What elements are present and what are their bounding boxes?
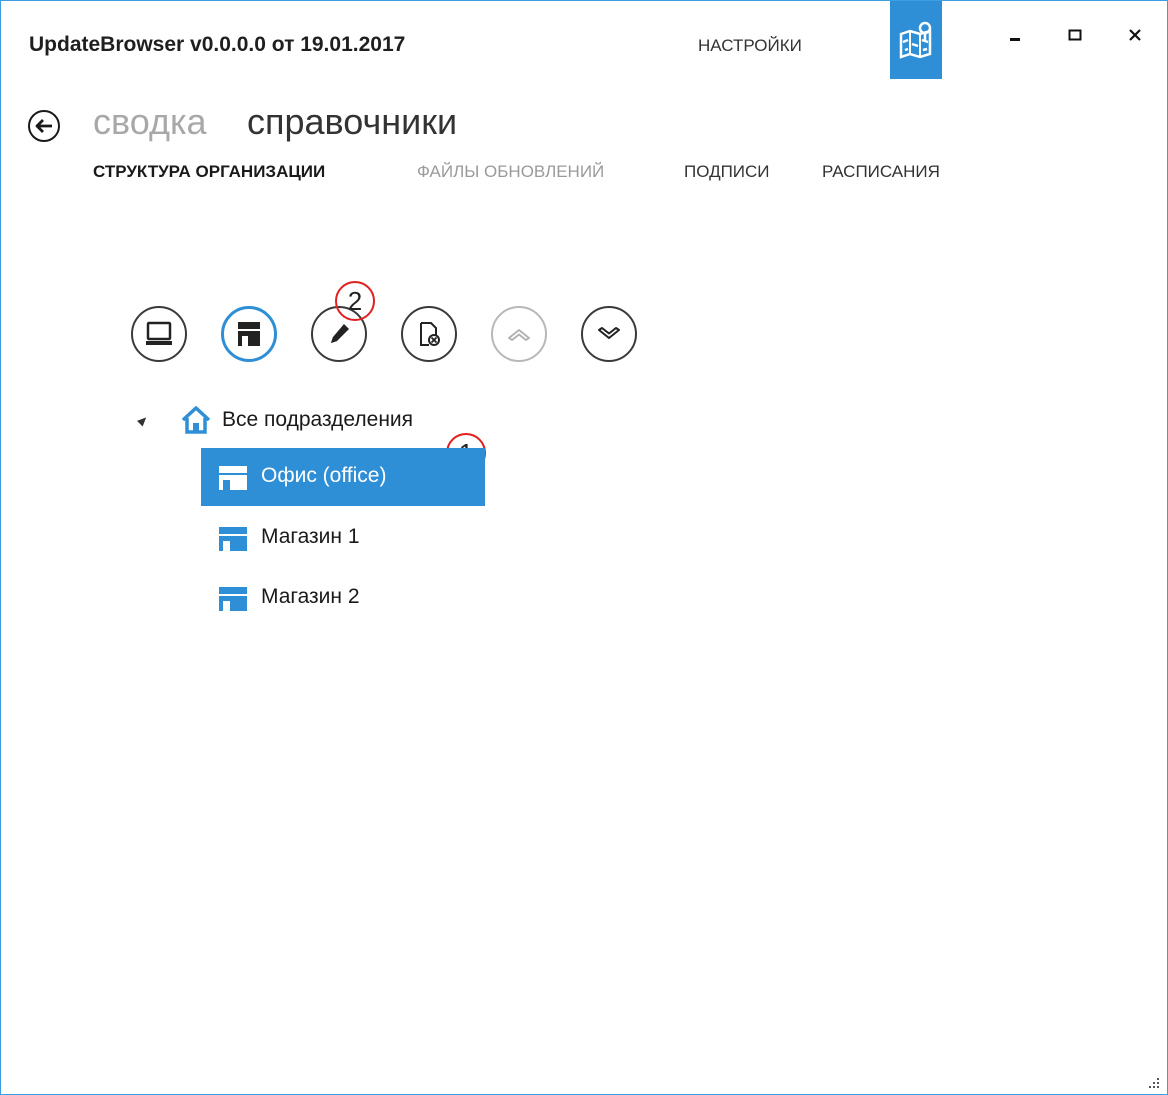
map-button[interactable] xyxy=(890,1,942,79)
back-button[interactable] xyxy=(27,109,61,143)
app-window: UpdateBrowser v0.0.0.0 от 19.01.2017 НАС… xyxy=(0,0,1168,1095)
tab-signatures[interactable]: ПОДПИСИ xyxy=(684,162,770,182)
add-store-button[interactable] xyxy=(221,306,277,362)
breadcrumb-previous[interactable]: сводка xyxy=(93,101,207,143)
chevron-up-icon xyxy=(508,329,530,341)
store-icon xyxy=(219,587,247,611)
resize-grip-icon[interactable] xyxy=(1147,1076,1161,1090)
close-button[interactable] xyxy=(1117,19,1153,51)
tree-item-label: Офис (office) xyxy=(261,464,387,487)
pencil-icon xyxy=(331,324,349,343)
minimize-icon xyxy=(1010,38,1020,41)
store-icon xyxy=(219,527,247,551)
back-arrow-icon xyxy=(28,110,60,142)
minimize-button[interactable] xyxy=(997,19,1033,51)
tab-update-files[interactable]: ФАЙЛЫ ОБНОВЛЕНИЙ xyxy=(417,162,604,182)
store-icon xyxy=(238,322,260,346)
maximize-icon xyxy=(1068,29,1082,41)
move-down-button[interactable] xyxy=(581,306,637,362)
expand-toggle-icon[interactable] xyxy=(136,414,150,427)
tree-item-office[interactable]: Офис (office) xyxy=(201,448,485,506)
add-computer-button[interactable] xyxy=(131,306,187,362)
tree-item-label: Магазин 1 xyxy=(261,525,360,548)
app-title: UpdateBrowser v0.0.0.0 от 19.01.2017 xyxy=(29,33,406,56)
computer-icon xyxy=(146,321,172,345)
tree-item-store-1[interactable]: Магазин 1 xyxy=(201,509,485,567)
map-icon xyxy=(899,21,932,59)
store-icon xyxy=(219,466,247,490)
title-bar: UpdateBrowser v0.0.0.0 от 19.01.2017 НАС… xyxy=(1,1,1167,86)
document-remove-icon xyxy=(420,322,440,346)
tree-item-label: Магазин 2 xyxy=(261,585,360,608)
maximize-button[interactable] xyxy=(1057,19,1093,51)
tree-root-label: Все подразделения xyxy=(222,408,414,431)
tab-organization-structure[interactable]: СТРУКТУРА ОРГАНИЗАЦИИ xyxy=(93,162,325,182)
home-icon xyxy=(181,406,211,434)
delete-button[interactable] xyxy=(401,306,457,362)
tree-item-store-2[interactable]: Магазин 2 xyxy=(201,569,485,627)
tab-schedules[interactable]: РАСПИСАНИЯ xyxy=(822,162,940,182)
annotation-marker-2: 2 xyxy=(335,281,375,321)
chevron-down-icon xyxy=(598,327,620,339)
settings-link[interactable]: НАСТРОЙКИ xyxy=(698,36,802,56)
close-icon xyxy=(1129,29,1141,41)
page-title: справочники xyxy=(247,101,458,142)
move-up-button[interactable] xyxy=(491,306,547,362)
